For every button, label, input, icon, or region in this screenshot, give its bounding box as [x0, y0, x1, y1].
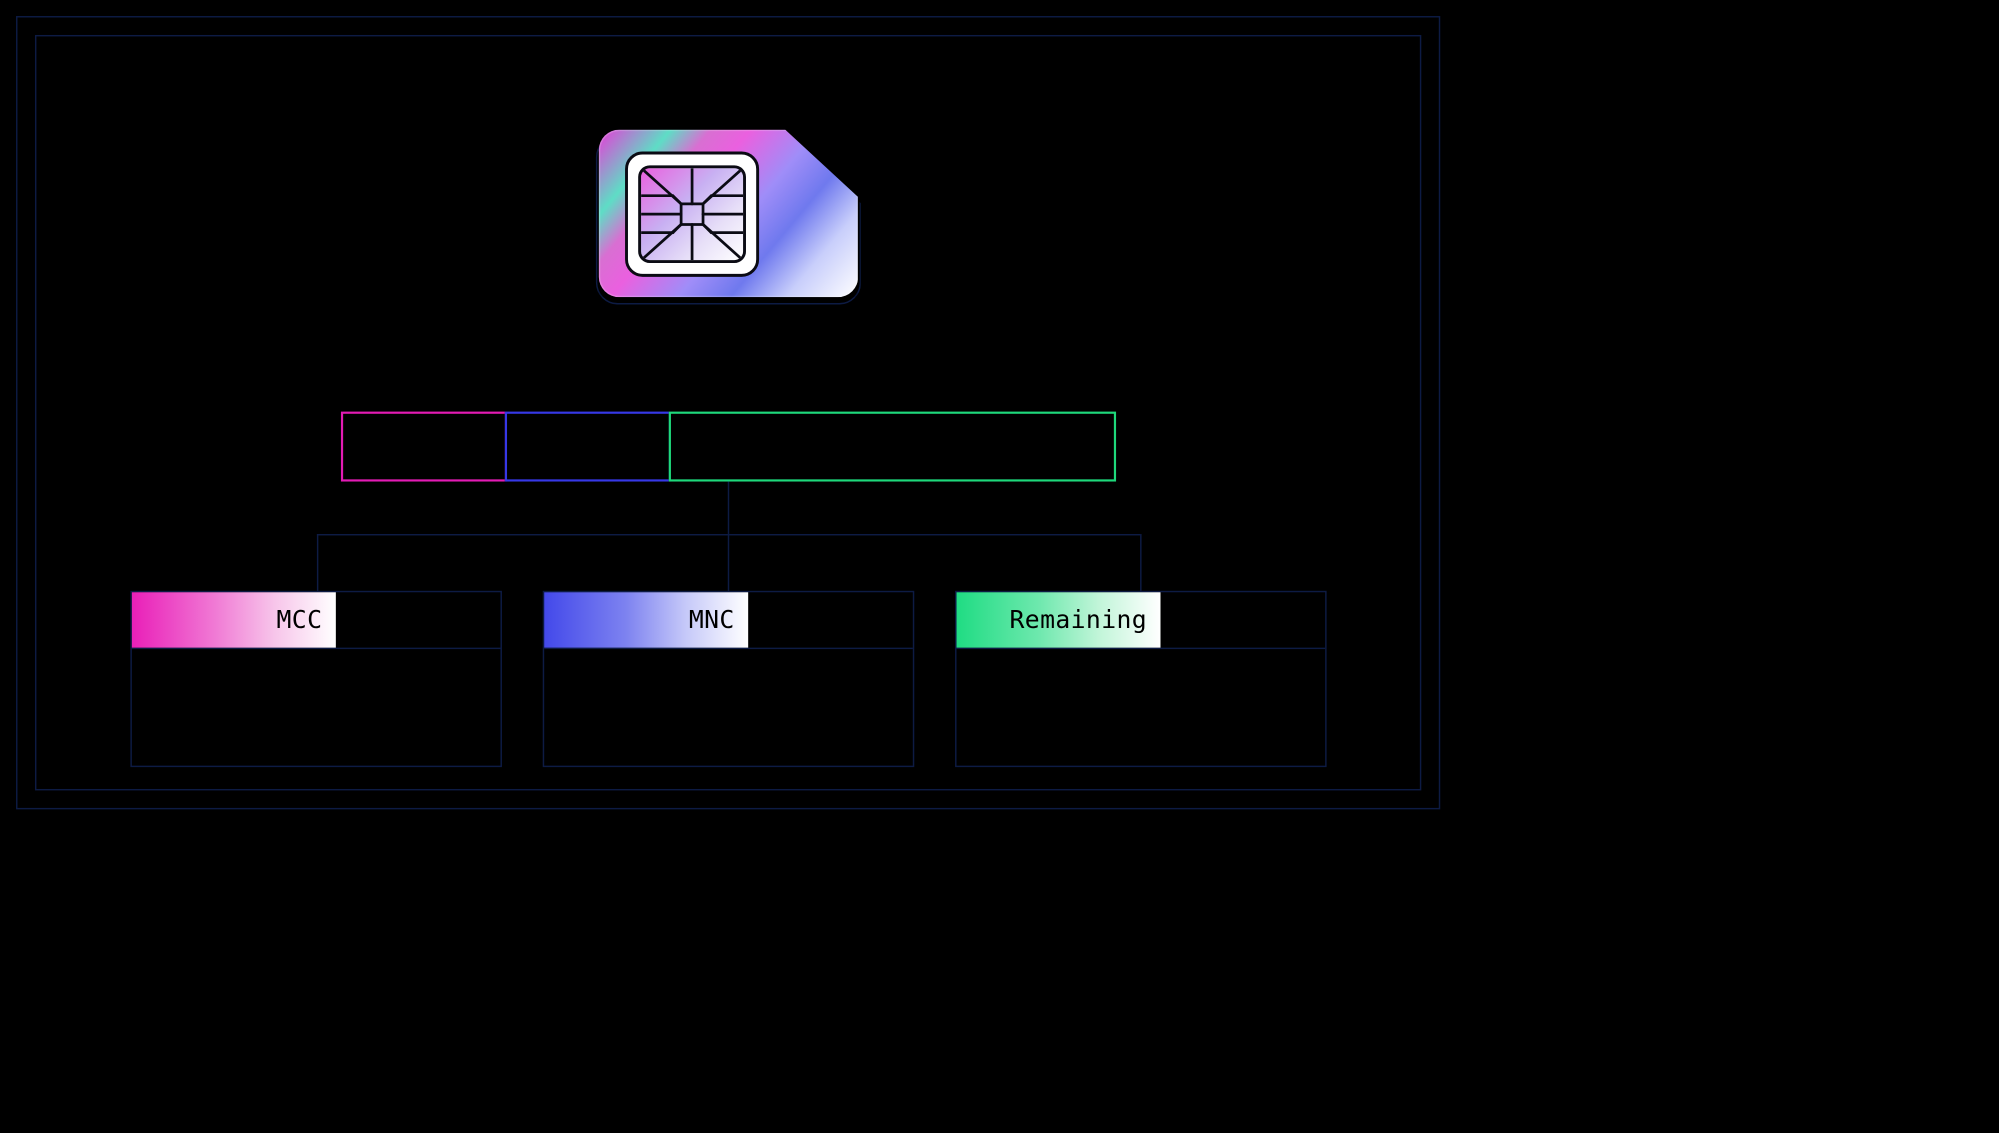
card-header: MCC [131, 592, 500, 649]
card-body [544, 649, 913, 766]
sim-chip-icon [638, 165, 746, 263]
sim-chip-frame [625, 152, 759, 277]
card-body [131, 649, 500, 766]
segment-remaining [668, 412, 1115, 482]
card-label-mcc: MCC [131, 592, 335, 647]
sim-chip-contacts-icon [641, 168, 743, 260]
card-body [956, 649, 1325, 766]
description-cards: MCC MNC Remaining [130, 591, 1326, 767]
segment-mcc [341, 412, 507, 482]
outer-frame: MCC MNC Remaining [16, 16, 1440, 809]
card-label-remaining: Remaining [956, 592, 1160, 647]
inner-frame: MCC MNC Remaining [35, 35, 1421, 790]
connector-line [727, 534, 728, 591]
connector-line [317, 534, 318, 591]
sim-card-icon [598, 130, 857, 298]
connector-line [1140, 534, 1141, 591]
card-header: MNC [544, 592, 913, 649]
card-label-mnc: MNC [544, 592, 748, 647]
card-mnc: MNC [542, 591, 914, 767]
card-mcc: MCC [130, 591, 502, 767]
connector-line [727, 482, 728, 534]
imsi-segment-bar [341, 412, 1116, 482]
segment-mnc [504, 412, 670, 482]
card-header: Remaining [956, 592, 1325, 649]
diagram-root: MCC MNC Remaining [0, 0, 1456, 825]
card-remaining: Remaining [955, 591, 1327, 767]
